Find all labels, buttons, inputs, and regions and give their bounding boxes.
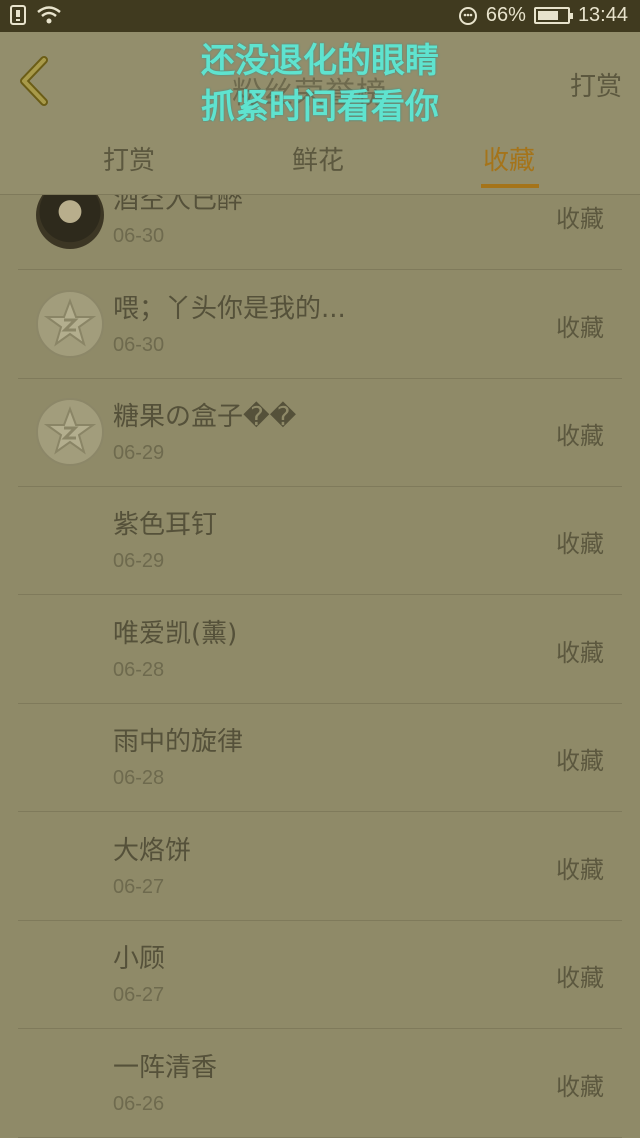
favorite-label: 收藏 [556, 856, 604, 884]
list-item[interactable]: 小顾 06-27 收藏 [18, 920, 622, 1029]
list-item[interactable]: 一阵清香 06-26 收藏 [18, 1029, 622, 1138]
user-name: 小顾 [113, 944, 166, 974]
tab-bar: 打赏 鲜花 收藏 [0, 122, 640, 195]
list-item[interactable]: 大烙饼 06-27 收藏 [18, 812, 622, 921]
date: 06-30 [113, 334, 165, 356]
caption-overlay: 还没退化的眼睛 抓紧时间看看你 [0, 38, 640, 130]
wifi-icon [37, 6, 61, 24]
favorite-label: 收藏 [556, 639, 604, 667]
fan-list: 酒空人已醉 06-30 收藏 喂；丫头你是我的... 06-30 收藏 糖果の盒… [0, 195, 640, 1138]
date: 06-26 [113, 1093, 165, 1115]
notification-icon [10, 5, 26, 25]
favorite-label: 收藏 [556, 964, 604, 992]
favorite-label: 收藏 [556, 530, 604, 558]
date: 06-28 [113, 767, 165, 789]
date: 06-28 [113, 659, 165, 681]
list-item[interactable]: 紫色耳钉 06-29 收藏 [18, 486, 622, 595]
list-item[interactable]: 喂；丫头你是我的... 06-30 收藏 [18, 270, 622, 379]
favorite-label: 收藏 [556, 314, 604, 342]
battery-percent: 66% [485, 4, 526, 26]
user-name: 酒空人已醉 [113, 195, 244, 215]
list-item[interactable]: 雨中的旋律 06-28 收藏 [18, 703, 622, 812]
date: 06-29 [113, 442, 165, 464]
user-name: 一阵清香 [113, 1053, 218, 1083]
user-name: 雨中的旋律 [113, 727, 244, 757]
tab-flowers[interactable]: 鲜花 [292, 140, 344, 177]
list-item[interactable]: 酒空人已醉 06-30 收藏 [18, 195, 622, 270]
avatar [36, 398, 104, 466]
battery-icon [533, 7, 573, 24]
default-avatar-star-icon [44, 298, 96, 347]
caption-line-1: 还没退化的眼睛 [201, 41, 439, 81]
user-name: 喂；丫头你是我的... [113, 294, 346, 324]
avatar [36, 290, 104, 358]
default-avatar-star-icon [44, 406, 96, 455]
status-bar: 66% 13:44 [0, 0, 640, 32]
favorite-label: 收藏 [556, 747, 604, 775]
user-name: 大烙饼 [113, 836, 192, 866]
tab-favorites[interactable]: 收藏 [483, 140, 535, 177]
date: 06-27 [113, 984, 165, 1006]
smiley-icon [458, 6, 477, 25]
avatar [36, 195, 104, 249]
favorite-label: 收藏 [556, 1073, 604, 1101]
user-name: 糖果の盒子�� [113, 402, 297, 432]
user-name: 紫色耳钉 [113, 510, 218, 540]
list-item[interactable]: 唯爱凯(薰) 06-28 收藏 [18, 595, 622, 704]
tab-tip[interactable]: 打赏 [103, 140, 155, 177]
date: 06-27 [113, 876, 165, 898]
clock: 13:44 [577, 4, 628, 26]
list-item[interactable]: 糖果の盒子�� 06-29 收藏 [18, 378, 622, 487]
user-name: 唯爱凯(薰) [113, 619, 238, 649]
favorite-label: 收藏 [556, 205, 604, 233]
favorite-label: 收藏 [556, 422, 604, 450]
active-tab-indicator [481, 184, 539, 188]
date: 06-30 [113, 225, 165, 247]
date: 06-29 [113, 550, 165, 572]
